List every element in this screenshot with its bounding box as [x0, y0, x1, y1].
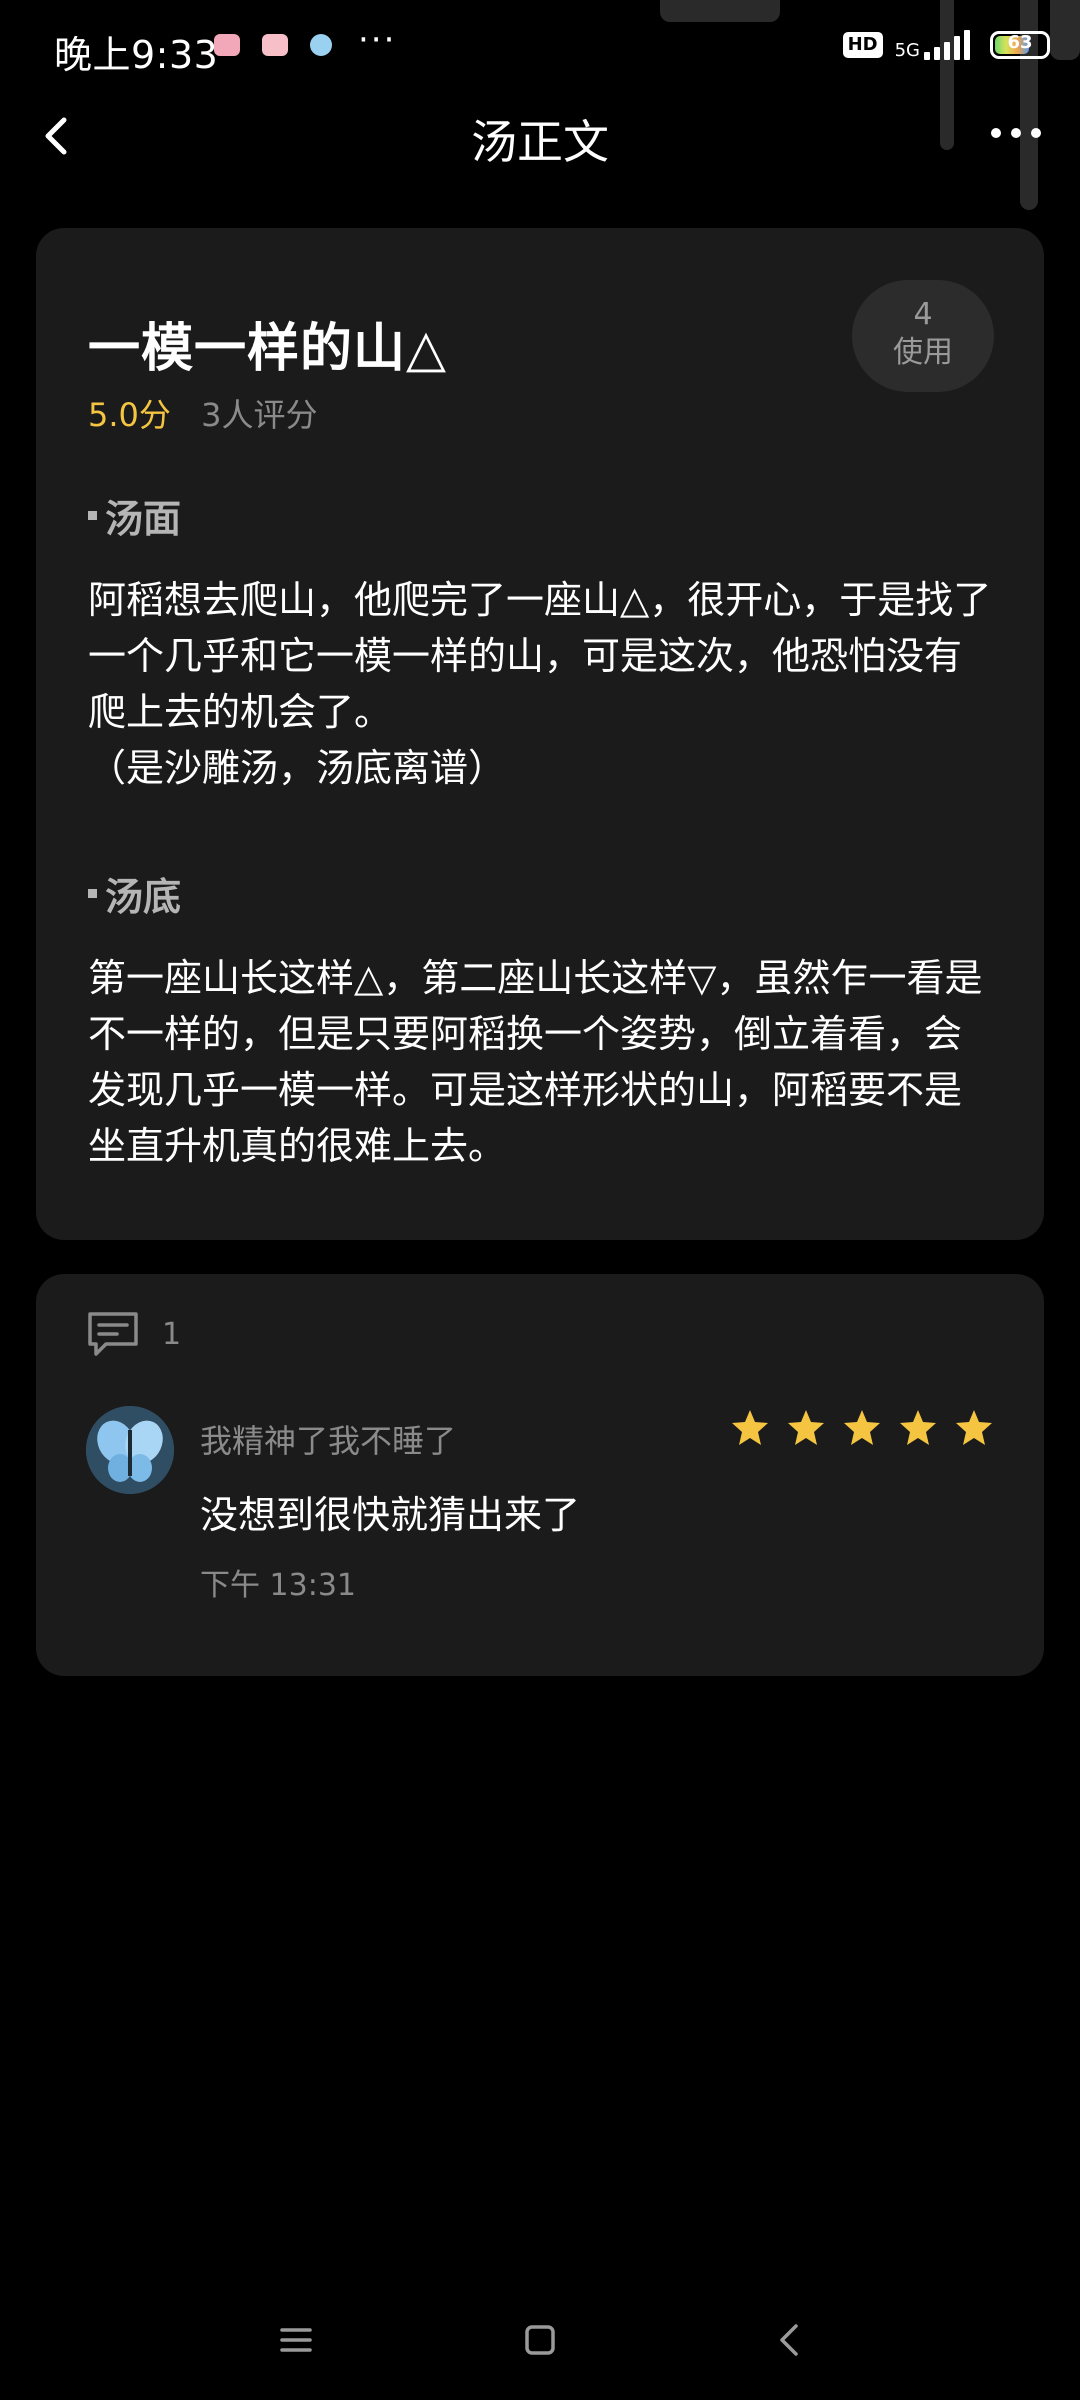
star-icon: [956, 1410, 992, 1445]
notification-icons: [214, 34, 332, 56]
usage-label: 使用: [893, 335, 953, 370]
bullet-icon: [88, 511, 97, 520]
comment-rating-stars: [730, 1408, 994, 1448]
comment-text: 没想到很快就猜出来了: [200, 1493, 581, 1537]
rating-row: 5.0分 3人评分: [88, 390, 317, 436]
answer-heading-label: 汤底: [105, 875, 182, 919]
battery-level: 63: [1007, 32, 1033, 53]
signal-icon: [924, 30, 970, 60]
avatar[interactable]: [86, 1406, 174, 1494]
rating-score: 5.0分: [88, 396, 171, 434]
recent-apps-icon[interactable]: [276, 2320, 316, 2360]
star-icon: [900, 1410, 936, 1445]
star-icon: [788, 1410, 824, 1445]
decorative-drip: [1050, 0, 1080, 60]
star-icon: [844, 1410, 880, 1445]
nav-bar: 汤正文: [0, 96, 1080, 180]
more-notifications-icon: ···: [358, 20, 397, 60]
rater-count: 3人评分: [201, 396, 318, 434]
star-icon: [732, 1410, 768, 1445]
answer-text: 第一座山长这样△，第二座山长这样▽，虽然乍一看是不一样的，但是只要阿稻换一个姿势…: [88, 956, 983, 1168]
decorative-drip: [660, 0, 780, 22]
hd-badge: HD: [842, 32, 883, 58]
comment-card: 1 我精神了我不睡了 没想到很快就猜出来了 下午 13:31: [36, 1274, 1044, 1676]
comment-count-row[interactable]: 1: [86, 1310, 181, 1358]
network-indicator: 5G: [895, 30, 970, 60]
battery-icon: 63: [990, 31, 1050, 59]
page-title: 汤正文: [471, 115, 609, 169]
surface-text: 阿稻想去爬山，他爬完了一座山△，很开心，于是找了一个几乎和它一模一样的山，可是这…: [88, 578, 992, 790]
comment-count: 1: [162, 1316, 182, 1352]
app-notification-icon: [310, 34, 332, 56]
answer-heading: 汤底: [88, 866, 181, 921]
app-notification-icon: [214, 34, 240, 56]
comment-time: 下午 13:31: [200, 1568, 356, 1603]
avatar-butterfly: [86, 1406, 174, 1494]
comment-username[interactable]: 我精神了我不睡了: [200, 1416, 456, 1462]
usage-count: 4: [913, 297, 933, 332]
comment-icon: [88, 1312, 138, 1356]
more-menu-icon[interactable]: [986, 118, 1046, 148]
status-time: 晚上9:33: [54, 33, 219, 77]
surface-heading-label: 汤面: [105, 497, 182, 541]
puzzle-title: 一模一样的山△: [88, 319, 447, 379]
app-notification-icon: [262, 34, 288, 56]
bullet-icon: [88, 889, 97, 898]
puzzle-card: 一模一样的山△ 4 使用 5.0分 3人评分 汤面 阿稻想去爬山，他爬完了一座山…: [36, 228, 1044, 1240]
system-navigation-bar: [0, 2300, 1080, 2380]
usage-badge[interactable]: 4 使用: [852, 280, 994, 392]
network-label: 5G: [894, 40, 920, 61]
status-indicators: HD 5G 63: [842, 30, 1050, 60]
home-icon[interactable]: [520, 2320, 560, 2360]
status-bar: 晚上9:33 ··· HD 5G 63: [0, 0, 1080, 210]
surface-heading: 汤面: [88, 488, 181, 543]
system-back-icon[interactable]: [770, 2320, 810, 2360]
